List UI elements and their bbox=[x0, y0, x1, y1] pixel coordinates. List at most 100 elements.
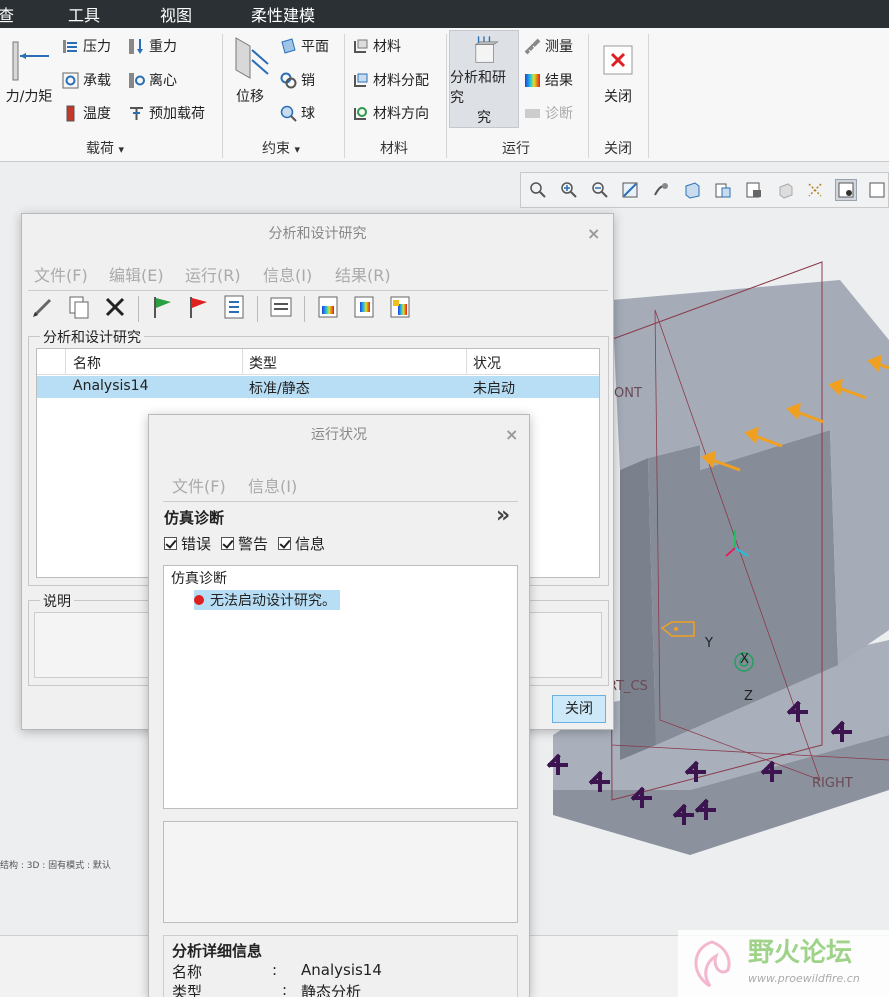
constraints-group-label[interactable]: 约束 ▾ bbox=[262, 138, 300, 158]
spin-center-button[interactable] bbox=[650, 179, 672, 201]
displacement-label: 位移 bbox=[236, 89, 264, 105]
expand-chevron-icon[interactable]: » bbox=[496, 503, 510, 528]
delete-icon[interactable] bbox=[102, 294, 128, 324]
analysis-and-studies-button[interactable]: 分析和研究 究 bbox=[449, 30, 519, 128]
filter-info-checkbox[interactable]: 信息 bbox=[278, 533, 325, 554]
zoom-out-icon bbox=[591, 182, 608, 198]
menu-item-view[interactable]: 视图 bbox=[160, 2, 192, 26]
summary-icon[interactable] bbox=[268, 294, 294, 324]
materials-group-label: 材料 bbox=[380, 141, 408, 157]
dialog-toolbar bbox=[30, 294, 413, 324]
filter-warnings-label: 警告 bbox=[238, 535, 269, 553]
material-orientation-button[interactable]: 材料方向 bbox=[352, 103, 429, 123]
csys-x-label: X bbox=[740, 652, 749, 667]
zoom-in-button[interactable] bbox=[558, 179, 580, 201]
ribbon-separator bbox=[446, 34, 447, 158]
run-status-close-icon[interactable]: × bbox=[505, 425, 518, 444]
menu-run[interactable]: 运行(R) bbox=[185, 262, 241, 286]
more-display-button[interactable] bbox=[866, 179, 888, 201]
run-status-menu-file[interactable]: 文件(F) bbox=[172, 473, 226, 497]
compare-results-icon[interactable] bbox=[387, 294, 413, 324]
menu-item-view-partial[interactable]: 查 bbox=[0, 2, 14, 26]
message-detail-panel[interactable] bbox=[163, 821, 518, 923]
checkbox-icon bbox=[221, 537, 235, 550]
menu-separator bbox=[163, 501, 518, 502]
column-header-name[interactable]: 名称 bbox=[73, 353, 101, 373]
review-results-icon[interactable] bbox=[315, 294, 341, 324]
view-manager-button[interactable] bbox=[743, 179, 765, 201]
detail-sep: : bbox=[282, 981, 288, 997]
ribbon: 力/力矩 压力 承载 温度 重力 离心 预加载荷 载荷 ▾ 位移 平面 销 球 … bbox=[0, 28, 889, 162]
column-header-type[interactable]: 类型 bbox=[249, 353, 277, 373]
close-group-label: 关闭 bbox=[604, 141, 632, 157]
menu-edit[interactable]: 编辑(E) bbox=[109, 262, 164, 286]
displacement-button[interactable]: 位移 bbox=[226, 34, 274, 106]
analysis-details-title: 分析详细信息 bbox=[172, 942, 263, 960]
menu-results[interactable]: 结果(R) bbox=[335, 262, 391, 286]
material-assignment-button[interactable]: 材料分配 bbox=[352, 70, 429, 90]
material-icon bbox=[352, 38, 369, 55]
menu-bar: 查 工具 视图 柔性建模 bbox=[0, 0, 889, 28]
perspective-button[interactable] bbox=[774, 179, 796, 201]
centrifugal-icon bbox=[128, 72, 145, 89]
material-button[interactable]: 材料 bbox=[352, 36, 401, 56]
menu-file[interactable]: 文件(F) bbox=[34, 262, 88, 286]
saved-views-button[interactable] bbox=[712, 179, 734, 201]
error-dot-icon bbox=[194, 595, 204, 605]
close-dialog-button[interactable]: 关闭 bbox=[552, 695, 606, 723]
force-moment-button[interactable]: 力/力矩 bbox=[0, 38, 58, 106]
refit-button[interactable] bbox=[527, 179, 549, 201]
table-row[interactable]: Analysis14 标准/静态 未启动 bbox=[37, 376, 599, 398]
analysis-studies-icon bbox=[474, 36, 499, 63]
menu-item-flexible-modeling[interactable]: 柔性建模 bbox=[251, 2, 315, 26]
simulation-display-button[interactable] bbox=[835, 179, 858, 201]
ball-button[interactable]: 球 bbox=[280, 103, 315, 123]
description-label: 说明 bbox=[40, 591, 74, 611]
preload-button[interactable]: 预加载荷 bbox=[128, 103, 205, 123]
close-ribbon-button[interactable]: 关闭 bbox=[600, 44, 636, 106]
toolbar-separator bbox=[138, 296, 139, 322]
run-status-menu-info[interactable]: 信息(I) bbox=[248, 473, 297, 497]
watermark-text: 野火论坛 bbox=[748, 938, 853, 968]
display-style-button[interactable] bbox=[681, 179, 703, 201]
edit-pencil-icon[interactable] bbox=[30, 294, 56, 324]
chevron-down-icon: ▾ bbox=[118, 143, 124, 156]
filter-warnings-checkbox[interactable]: 警告 bbox=[221, 533, 268, 554]
toolbar-separator bbox=[304, 296, 305, 322]
row-name: Analysis14 bbox=[73, 378, 149, 394]
menu-info[interactable]: 信息(I) bbox=[263, 262, 312, 286]
loads-group-label[interactable]: 载荷 ▾ bbox=[86, 138, 124, 158]
bearing-button[interactable]: 承载 bbox=[62, 70, 111, 90]
analysis-studies-label: 分析和研究 bbox=[450, 70, 506, 106]
run-status-icon[interactable] bbox=[221, 294, 247, 324]
copy-icon[interactable] bbox=[66, 294, 92, 324]
repaint-button[interactable] bbox=[619, 179, 641, 201]
stop-run-flag-icon[interactable] bbox=[185, 294, 211, 324]
measure-button[interactable]: 测量 bbox=[524, 36, 573, 56]
datum-display-button[interactable] bbox=[804, 179, 826, 201]
planar-button[interactable]: 平面 bbox=[280, 36, 329, 56]
results-label: 结果 bbox=[545, 73, 573, 89]
menu-item-tools[interactable]: 工具 bbox=[68, 2, 100, 26]
results-window-icon[interactable] bbox=[351, 294, 377, 324]
more-display-icon bbox=[869, 182, 885, 198]
column-header-status[interactable]: 状况 bbox=[473, 353, 501, 373]
diagnostics-tree[interactable]: 仿真诊断 无法启动设计研究。 bbox=[163, 565, 518, 809]
analysis-details-frame: 分析详细信息 名称 : Analysis14 类型 : 静态分析 bbox=[163, 935, 518, 997]
material-assignment-icon bbox=[352, 72, 369, 89]
zoom-out-button[interactable] bbox=[589, 179, 611, 201]
results-button[interactable]: 结果 bbox=[524, 70, 573, 90]
material-assignment-label: 材料分配 bbox=[373, 73, 429, 89]
pin-button[interactable]: 销 bbox=[280, 70, 315, 90]
diagnostic-message-row[interactable]: 无法启动设计研究。 bbox=[194, 590, 340, 610]
centrifugal-button[interactable]: 离心 bbox=[128, 70, 177, 90]
spin-center-icon bbox=[654, 183, 669, 196]
start-run-flag-icon[interactable] bbox=[149, 294, 175, 324]
filter-errors-checkbox[interactable]: 错误 bbox=[164, 533, 211, 554]
diagnostics-label: 诊断 bbox=[545, 106, 573, 122]
diagnostics-button[interactable]: 诊断 bbox=[524, 103, 573, 123]
temperature-button[interactable]: 温度 bbox=[62, 103, 111, 123]
dialog-close-icon[interactable]: × bbox=[587, 224, 600, 243]
pressure-button[interactable]: 压力 bbox=[62, 36, 111, 56]
gravity-button[interactable]: 重力 bbox=[128, 36, 177, 56]
